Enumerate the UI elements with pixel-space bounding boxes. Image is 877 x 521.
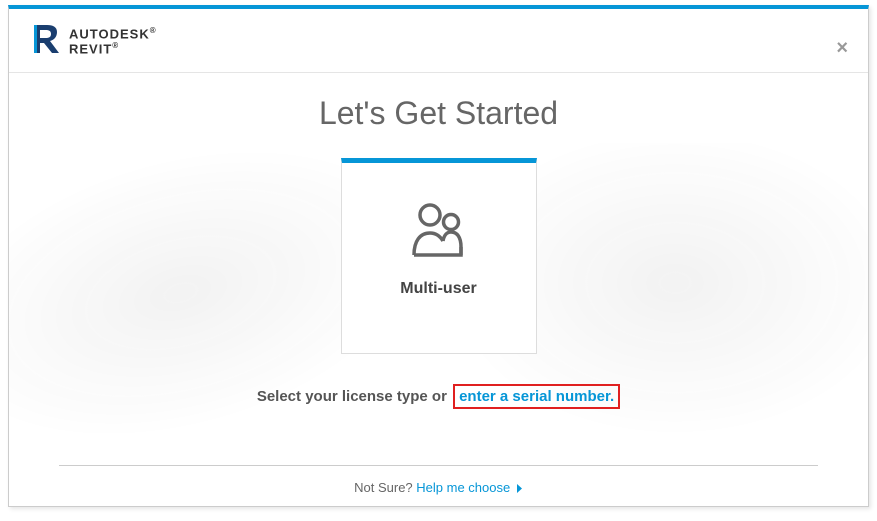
page-title: Let's Get Started [9,95,868,132]
license-prompt: Select your license type or enter a seri… [9,384,868,409]
enter-serial-link[interactable]: enter a serial number. [453,384,620,409]
brand-product: REVIT® [69,42,157,57]
brand-text: AUTODESK® REVIT® [69,27,157,56]
multi-user-icon [408,201,470,264]
dialog-footer: Not Sure? Help me choose [59,465,818,496]
dialog-header: AUTODESK® REVIT® × [9,9,868,73]
brand-company: AUTODESK® [69,27,157,42]
license-prompt-text: Select your license type or [257,388,451,405]
license-dialog: AUTODESK® REVIT® × Let's Get Started [8,5,869,507]
revit-logo-icon [31,23,59,60]
arrow-right-icon [516,481,523,496]
help-choose-link[interactable]: Help me choose [416,480,523,495]
multi-user-card[interactable]: Multi-user [341,158,537,354]
footer-text: Not Sure? [354,480,416,495]
card-label: Multi-user [400,280,476,298]
dialog-content: Let's Get Started Multi-user Select your… [9,73,868,465]
close-icon[interactable]: × [836,37,848,60]
